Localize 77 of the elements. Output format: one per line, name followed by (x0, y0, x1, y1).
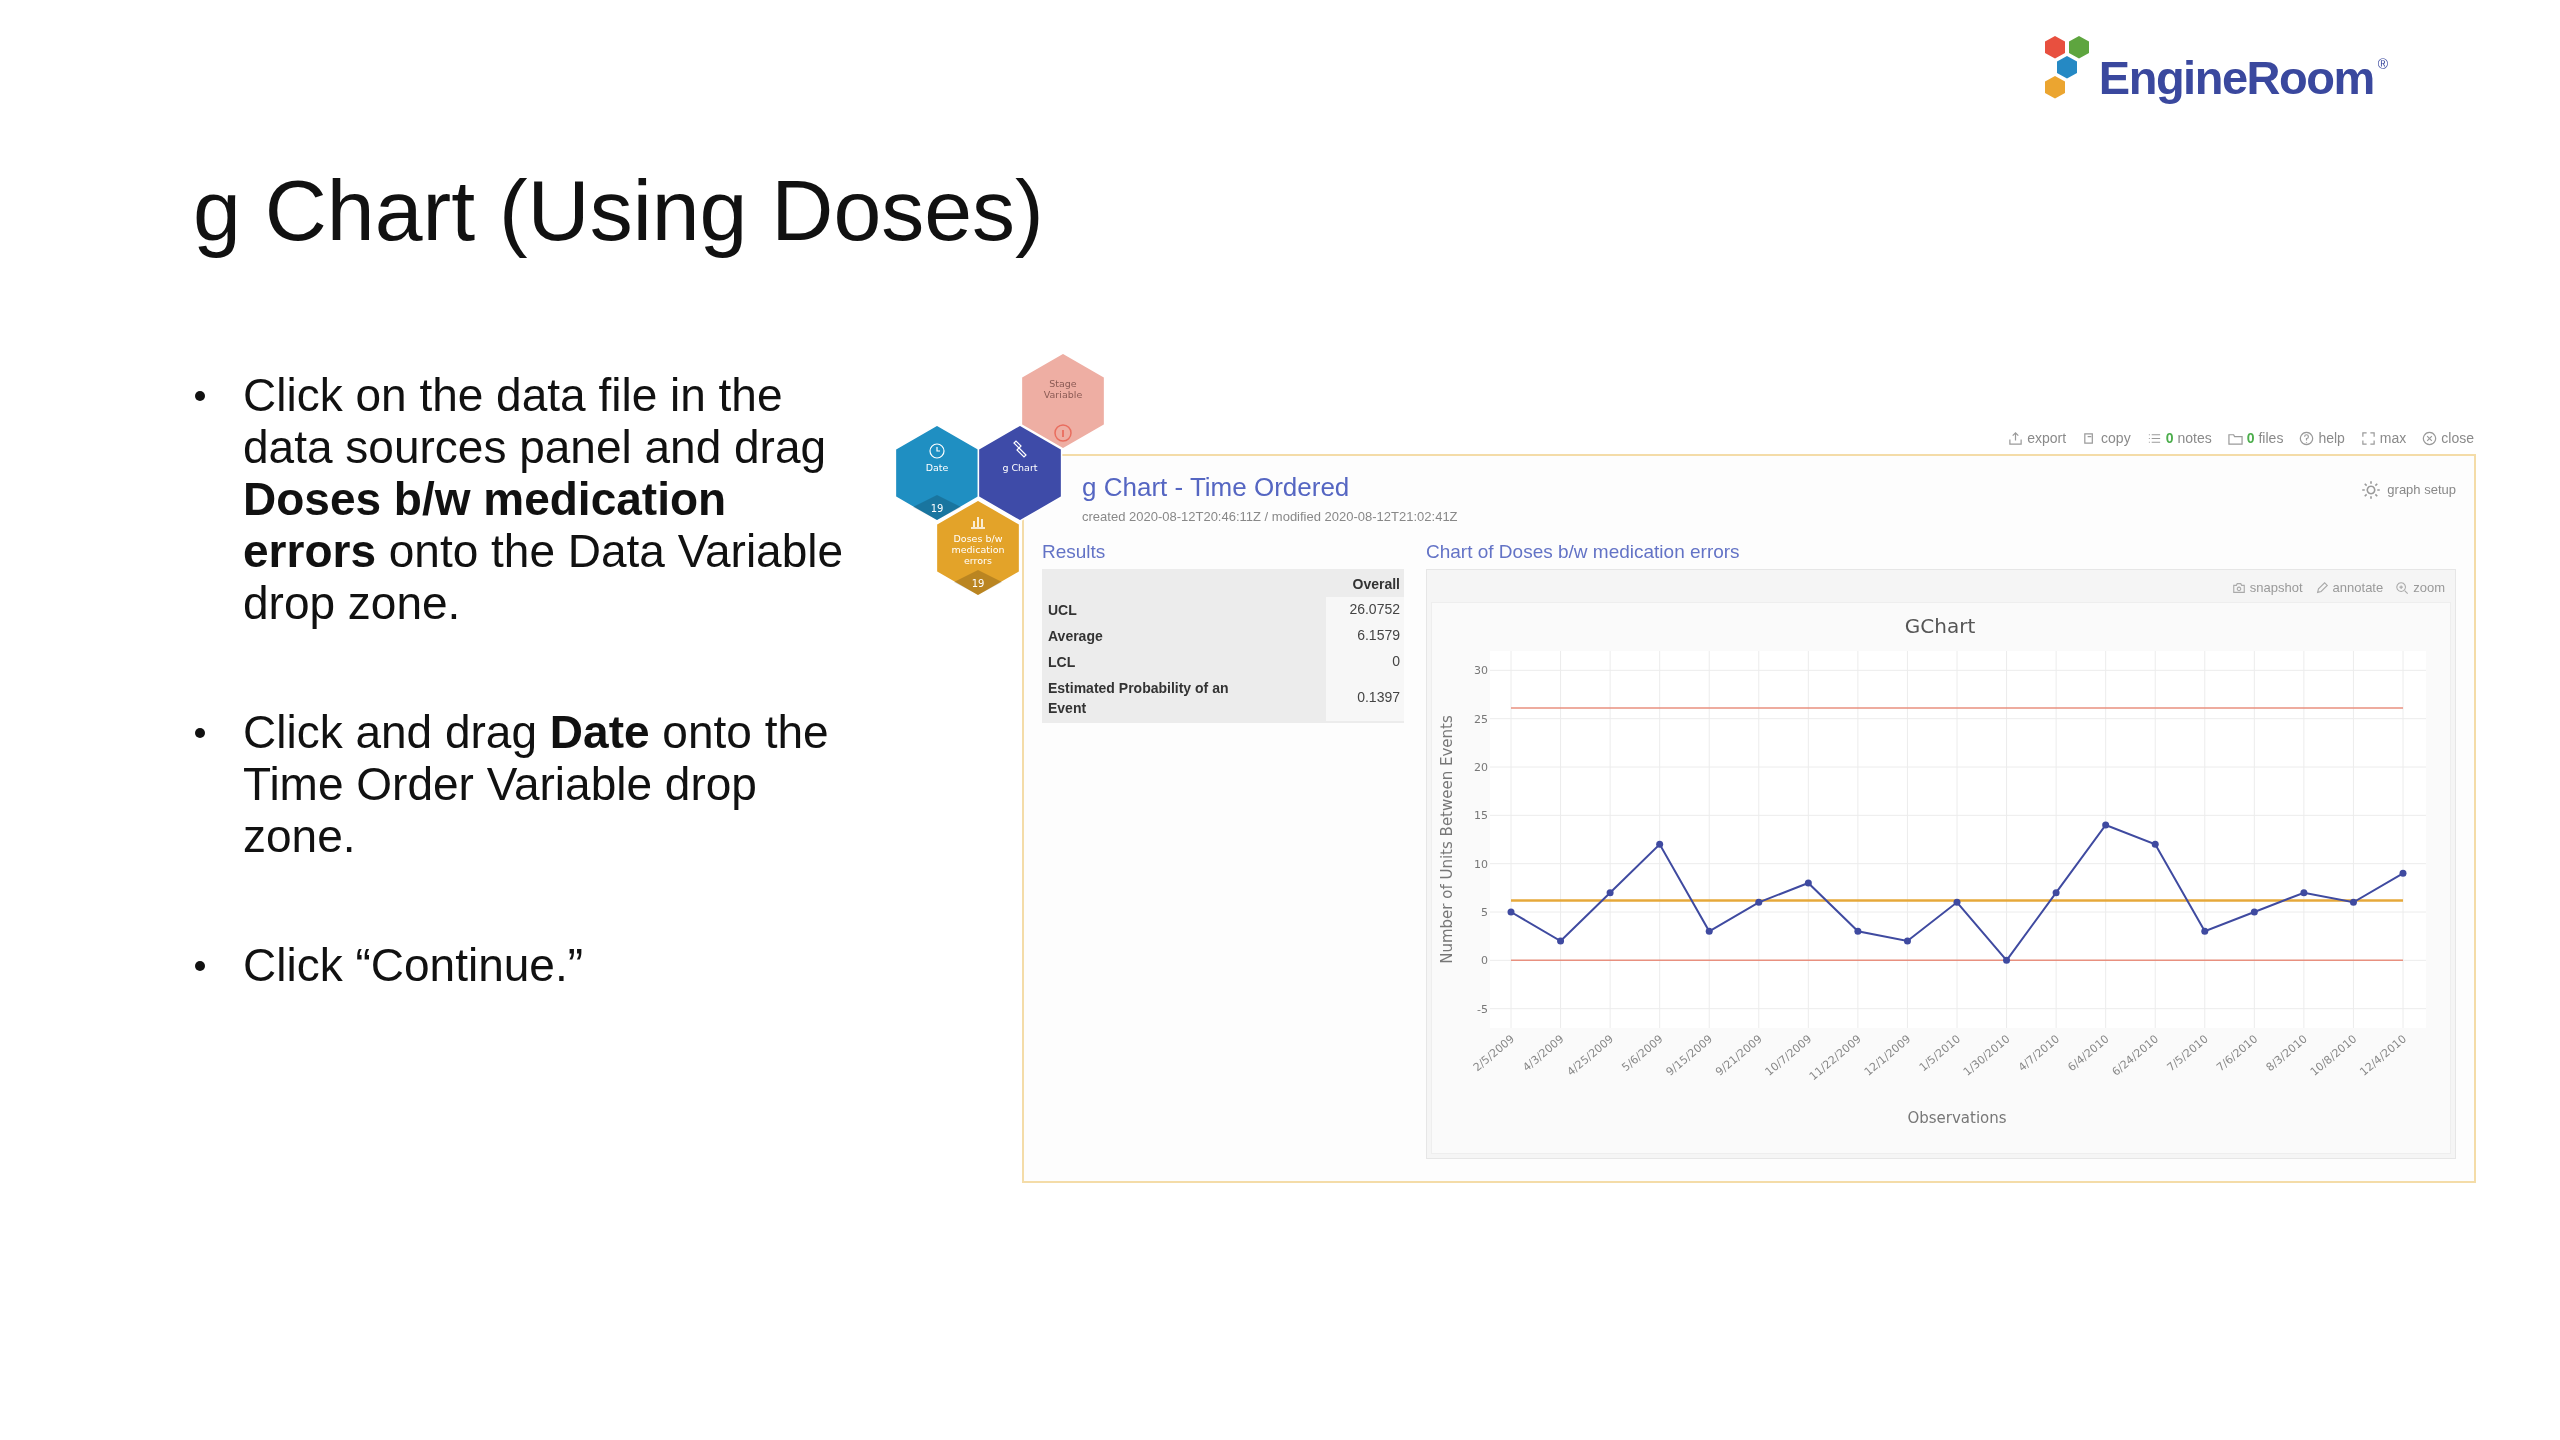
snapshot-button[interactable]: snapshot (2231, 577, 2303, 598)
info-icon (1054, 424, 1072, 442)
axis-tick-label: 5 (1481, 905, 1488, 919)
axis-tick-label: 20 (1474, 760, 1488, 774)
axis-tick-label: -5 (1477, 1002, 1488, 1016)
chart-title: GChart (1904, 613, 1976, 638)
files-button[interactable]: 0 files (2227, 426, 2284, 450)
row-label: Average (1047, 626, 1104, 646)
close-button[interactable]: close (2422, 426, 2474, 450)
chart-heading: Chart of Doses b/w medication errors (1426, 539, 1741, 564)
registered-mark: ® (2377, 55, 2388, 74)
table-cell: 0 (1326, 648, 1404, 675)
clock-icon (929, 443, 945, 459)
graph-setup-button[interactable]: graph setup (2361, 478, 2456, 502)
data-point (1953, 898, 1961, 906)
close-icon (2422, 430, 2438, 446)
axis-tick-label: 0 (1481, 953, 1488, 967)
variable-hexagon[interactable]: g Chart (977, 424, 1063, 522)
data-point (1507, 908, 1515, 915)
data-point (2399, 869, 2407, 877)
slide-title: g Chart (Using Doses) (193, 162, 1045, 258)
data-point (1804, 879, 1812, 886)
bar-chart-icon (970, 516, 986, 529)
zoom-icon (2395, 580, 2410, 595)
data-point (2250, 908, 2258, 915)
data-point (1606, 888, 1614, 896)
data-point (1656, 840, 1664, 848)
row-label: Estimated Probability of an Event (1047, 678, 1230, 718)
axis-tick-label: 30 (1474, 663, 1488, 677)
axis-tick-label: 15 (1474, 808, 1488, 822)
data-point (2102, 821, 2110, 828)
axis-title: Number of Units Between Events (1438, 714, 1456, 964)
data-point (2151, 840, 2159, 848)
maximize-icon (2360, 430, 2376, 446)
data-point (2349, 898, 2357, 906)
column-header: Overall (1351, 574, 1401, 594)
bullet-icon (195, 728, 205, 738)
export-button[interactable]: export (2008, 426, 2067, 450)
annotate-button[interactable]: annotate (2314, 577, 2384, 598)
bullet-icon (195, 961, 205, 971)
row-label: LCL (1047, 652, 1077, 672)
data-point (2201, 927, 2209, 935)
axis-title: Observations (1907, 1108, 2007, 1127)
table-cell: 6.1579 (1326, 622, 1404, 649)
export-icon (2008, 430, 2024, 446)
variable-hexagon[interactable]: Date 19 (894, 424, 980, 522)
row-label: UCL (1047, 600, 1078, 620)
bullet-icon (195, 391, 205, 401)
data-point (1557, 937, 1565, 944)
bullet-text: Click “Continue.” (243, 939, 584, 991)
table-cell: 26.0752 (1326, 596, 1404, 623)
data-point (1903, 937, 1911, 944)
bullet-text: Click and drag Date onto the Time Order Variable drop zone. (243, 706, 830, 862)
table-cell: 0.1397 (1326, 674, 1404, 721)
copy-button[interactable]: copy (2082, 426, 2131, 450)
data-point (1705, 927, 1713, 935)
max-button[interactable]: max (2360, 426, 2407, 450)
notes-button[interactable]: 0 notes (2146, 426, 2212, 450)
data-point (1755, 898, 1763, 906)
zoom-button[interactable]: zoom (2395, 577, 2445, 598)
timestamp-text: created 2020-08-12T20:46:11Z / modified 2020-08-12T21:02:41Z (1082, 508, 1458, 526)
settings-icon (2361, 480, 2382, 500)
data-point (1854, 927, 1862, 935)
axis-tick-label: 25 (1474, 712, 1488, 726)
variable-hexagon[interactable]: Stage Variable (1020, 352, 1106, 450)
bullet-text: Click on the data file in the data sources panel and drag Doses b/w medication errors onto the Data Variable drop zone. (243, 369, 845, 629)
logo-wordmark: EngineRoom (2098, 52, 2374, 104)
data-point (2300, 888, 2308, 896)
results-heading: Results (1042, 539, 1107, 564)
pencil-icon (2314, 580, 2329, 595)
camera-icon (2231, 580, 2246, 595)
data-point (2052, 888, 2060, 896)
data-point (2003, 956, 2011, 964)
help-icon (2299, 430, 2315, 446)
help-button[interactable]: help (2299, 426, 2345, 450)
axis-tick-label: 10 (1474, 857, 1488, 871)
panel-title: g Chart - Time Ordered (1082, 471, 1350, 504)
